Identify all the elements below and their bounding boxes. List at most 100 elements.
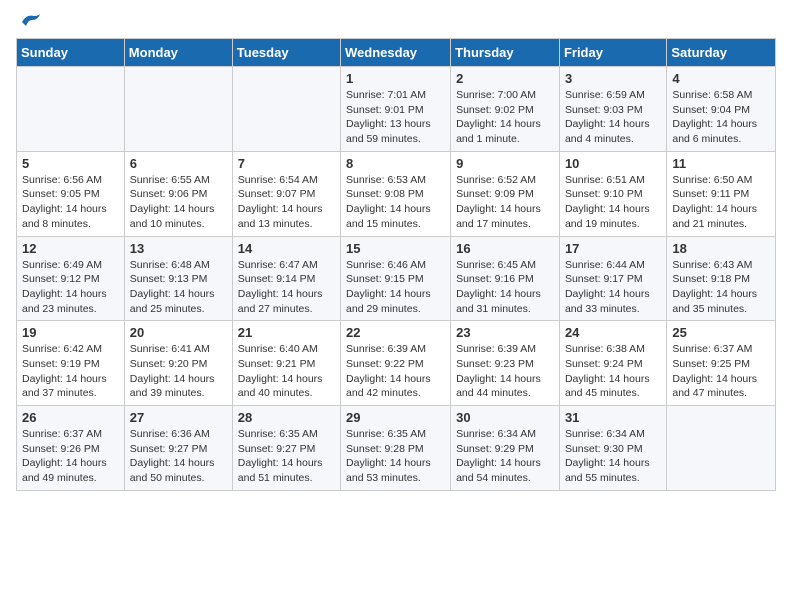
daylight-line: Daylight: 14 hours and 42 minutes. <box>346 373 431 400</box>
sunrise-line: Sunrise: 6:37 AM <box>22 428 102 440</box>
day-number: 24 <box>565 325 661 340</box>
daylight-line: Daylight: 14 hours and 31 minutes. <box>456 288 541 315</box>
day-info: Sunrise: 6:59 AMSunset: 9:03 PMDaylight:… <box>565 88 661 147</box>
day-number: 31 <box>565 410 661 425</box>
day-number: 5 <box>22 156 119 171</box>
day-cell-30: 30Sunrise: 6:34 AMSunset: 9:29 PMDayligh… <box>451 406 560 491</box>
day-number: 21 <box>238 325 335 340</box>
day-number: 13 <box>130 241 227 256</box>
daylight-line: Daylight: 14 hours and 1 minute. <box>456 118 541 145</box>
sunrise-line: Sunrise: 6:50 AM <box>672 174 752 186</box>
daylight-line: Daylight: 14 hours and 45 minutes. <box>565 373 650 400</box>
sunrise-line: Sunrise: 7:01 AM <box>346 89 426 101</box>
sunset-line: Sunset: 9:05 PM <box>22 188 100 200</box>
day-number: 16 <box>456 241 554 256</box>
day-info: Sunrise: 6:41 AMSunset: 9:20 PMDaylight:… <box>130 342 227 401</box>
sunset-line: Sunset: 9:28 PM <box>346 443 424 455</box>
sunset-line: Sunset: 9:27 PM <box>130 443 208 455</box>
day-cell-15: 15 Sunrise: 6:46 AMSunset: 9:15 PMDayligh… <box>341 236 451 321</box>
daylight-line: Daylight: 14 hours and 19 minutes. <box>565 203 650 230</box>
sunset-line: Sunset: 9:03 PM <box>565 104 643 116</box>
sunrise-line: Sunrise: 6:52 AM <box>456 174 536 186</box>
day-number: 26 <box>22 410 119 425</box>
logo <box>16 16 42 28</box>
daylight-line: Daylight: 14 hours and 25 minutes. <box>130 288 215 315</box>
daylight-line: Daylight: 14 hours and 51 minutes. <box>238 457 323 484</box>
day-number: 1 <box>346 71 445 86</box>
daylight-line: Daylight: 14 hours and 29 minutes. <box>346 288 431 315</box>
empty-cell <box>667 406 776 491</box>
week-row-2: 5Sunrise: 6:56 AMSunset: 9:05 PMDaylight… <box>17 151 776 236</box>
sunset-line: Sunset: 9:29 PM <box>456 443 534 455</box>
sunrise-line: Sunrise: 7:00 AM <box>456 89 536 101</box>
day-number: 12 <box>22 241 119 256</box>
sunrise-line: Sunrise: 6:48 AM <box>130 259 210 271</box>
day-info: Sunrise: 6:46 AMSunset: 9:15 PMDaylight:… <box>346 258 445 317</box>
day-cell-13: 13 Sunrise: 6:48 AM Sunset: 9:13 PM Dayligh… <box>124 236 232 321</box>
day-number: 17 <box>565 241 661 256</box>
day-info: Sunrise: 6:52 AMSunset: 9:09 PMDaylight:… <box>456 173 554 232</box>
daylight-line: Daylight: 14 hours and 35 minutes. <box>672 288 757 315</box>
sunrise-line: Sunrise: 6:55 AM <box>130 174 210 186</box>
page-header <box>16 16 776 28</box>
day-cell-4: 4Sunrise: 6:58 AMSunset: 9:04 PMDaylight… <box>667 67 776 152</box>
sunrise-line: Sunrise: 6:40 AM <box>238 343 318 355</box>
daylight-line: Daylight: 14 hours and 8 minutes. <box>22 203 107 230</box>
day-number: 9 <box>456 156 554 171</box>
day-info: Sunrise: 6:39 AM Sunset: 9:22 PM Daylight:… <box>346 342 445 401</box>
day-cell-25: 25Sunrise: 6:37 AMSunset: 9:25 PMDayligh… <box>667 321 776 406</box>
day-number: 20 <box>130 325 227 340</box>
sunrise-line: Sunrise: 6:34 AM <box>565 428 645 440</box>
day-info: Sunrise: 6:42 AMSunset: 9:19 PMDaylight:… <box>22 342 119 401</box>
day-number: 14 <box>238 241 335 256</box>
sunset-line: Sunset: 9:17 PM <box>565 273 643 285</box>
day-cell-10: 10Sunrise: 6:51 AMSunset: 9:10 PMDayligh… <box>559 151 666 236</box>
sunset-line: Sunset: 9:21 PM <box>238 358 316 370</box>
day-info: Sunrise: 6:55 AMSunset: 9:06 PMDaylight:… <box>130 173 227 232</box>
sunset-line: Sunset: 9:08 PM <box>346 188 424 200</box>
sunset-line: Sunset: 9:25 PM <box>672 358 750 370</box>
day-info: Sunrise: 6:43 AMSunset: 9:18 PMDaylight:… <box>672 258 770 317</box>
day-info: Sunrise: 6:40 AMSunset: 9:21 PMDaylight:… <box>238 342 335 401</box>
empty-cell <box>124 67 232 152</box>
day-info: Sunrise: 6:37 AMSunset: 9:26 PMDaylight:… <box>22 427 119 486</box>
day-cell-11: 11 Sunrise: 6:50 AMSunset: 9:11 PMDayligh… <box>667 151 776 236</box>
day-number: 18 <box>672 241 770 256</box>
sunrise-line: Sunrise: 6:45 AM <box>456 259 536 271</box>
day-cell-26: 26 Sunrise: 6:37 AMSunset: 9:26 PMDayligh… <box>17 406 125 491</box>
day-cell-24: 24Sunrise: 6:38 AMSunset: 9:24 PMDayligh… <box>559 321 666 406</box>
day-cell-20: 20 Sunrise: 6:41 AMSunset: 9:20 PMDayligh… <box>124 321 232 406</box>
daylight-line: Daylight: 14 hours and 39 minutes. <box>130 373 215 400</box>
sunset-line: Sunset: 9:13 PM <box>130 273 208 285</box>
day-info: Sunrise: 6:49 AMSunset: 9:12 PMDaylight:… <box>22 258 119 317</box>
day-cell-17: 17Sunrise: 6:44 AMSunset: 9:17 PMDayligh… <box>559 236 666 321</box>
sunrise-line: Sunrise: 6:47 AM <box>238 259 318 271</box>
sunset-line: Sunset: 9:27 PM <box>238 443 316 455</box>
day-number: 6 <box>130 156 227 171</box>
calendar-table: SundayMondayTuesdayWednesdayThursdayFrid… <box>16 38 776 491</box>
day-cell-16: 16Sunrise: 6:45 AMSunset: 9:16 PMDayligh… <box>451 236 560 321</box>
weekday-header-wednesday: Wednesday <box>341 39 451 67</box>
daylight-line: Daylight: 14 hours and 50 minutes. <box>130 457 215 484</box>
sunset-line: Sunset: 9:18 PM <box>672 273 750 285</box>
daylight-line: Daylight: 14 hours and 44 minutes. <box>456 373 541 400</box>
day-number: 15 <box>346 241 445 256</box>
sunset-line: Sunset: 9:24 PM <box>565 358 643 370</box>
day-info: Sunrise: 6:50 AMSunset: 9:11 PMDaylight:… <box>672 173 770 232</box>
sunset-line: Sunset: 9:22 PM <box>346 358 424 370</box>
sunrise-line: Sunrise: 6:39 AM <box>346 343 426 355</box>
week-row-4: 19Sunrise: 6:42 AMSunset: 9:19 PMDayligh… <box>17 321 776 406</box>
daylight-line: Daylight: 13 hours and 59 minutes. <box>346 118 431 145</box>
sunset-line: Sunset: 9:20 PM <box>130 358 208 370</box>
day-info: Sunrise: 6:35 AMSunset: 9:27 PMDaylight:… <box>238 427 335 486</box>
day-cell-22: 22Sunrise: 6:39 AMSunset: 9:22 PMDayligh… <box>341 321 451 406</box>
day-info: Sunrise: 6:44 AMSunset: 9:17 PMDaylight:… <box>565 258 661 317</box>
day-number: 11 <box>672 156 770 171</box>
sunset-line: Sunset: 9:07 PM <box>238 188 316 200</box>
day-cell-18: 18 Sunrise: 6:43 AMSunset: 9:18 PMDayligh… <box>667 236 776 321</box>
sunset-line: Sunset: 9:15 PM <box>346 273 424 285</box>
sunset-line: Sunset: 9:10 PM <box>565 188 643 200</box>
sunrise-line: Sunrise: 6:42 AM <box>22 343 102 355</box>
day-info: Sunrise: 6:36 AMSunset: 9:27 PMDaylight:… <box>130 427 227 486</box>
sunrise-line: Sunrise: 6:44 AM <box>565 259 645 271</box>
